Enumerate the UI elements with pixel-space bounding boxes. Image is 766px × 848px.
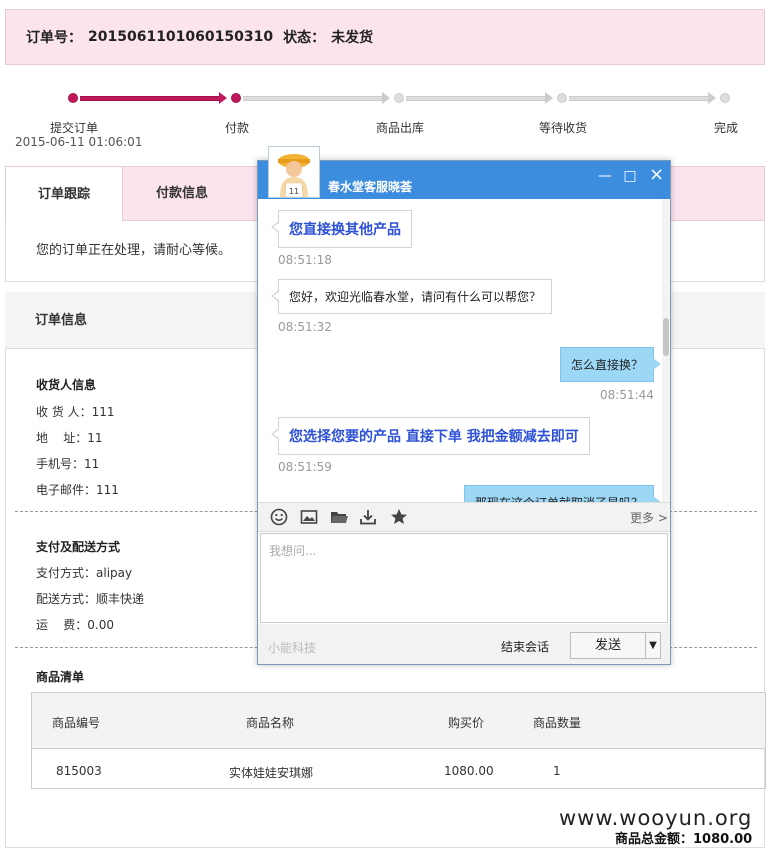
col-header-name: 商品名称: [246, 716, 295, 730]
receiver-phone: 手机号：11: [36, 457, 100, 471]
message-time: 08:51:59: [278, 460, 332, 474]
pay-method: 支付方式：alipay: [36, 566, 133, 580]
message-agent: 您好，欢迎光临春水堂，请问有什么可以帮您？: [270, 279, 553, 314]
cell-name[interactable]: 实体娃娃安琪娜: [229, 764, 313, 781]
message-time: 08:51:32: [278, 320, 332, 334]
agent-avatar: 11: [268, 146, 320, 198]
step-dot-pay: [231, 93, 241, 103]
progress-bar-4: [569, 96, 709, 101]
progress-arrow-2: [382, 92, 390, 104]
message-time: 08:51:18: [278, 253, 332, 267]
step-label-submit: 提交订单: [49, 121, 98, 135]
step-label-pay: 付款: [224, 121, 249, 135]
step-dot-submit: [68, 93, 78, 103]
tab-payment-info[interactable]: 付款信息: [123, 166, 241, 221]
step-time-submit: 2015-06-11 01:06:01: [15, 135, 143, 149]
order-status-label: 状态：: [283, 30, 326, 46]
progress-arrow-4: [708, 92, 716, 104]
tab-order-tracking[interactable]: 订单跟踪: [5, 166, 123, 221]
ship-method: 配送方式：顺丰快递: [36, 592, 145, 606]
receiver-name: 收 货 人：111: [36, 405, 115, 419]
star-icon[interactable]: [389, 507, 409, 527]
products-section-title: 商品清单: [36, 670, 85, 684]
order-number: 2015061101060150310: [88, 29, 274, 45]
chat-title: 春水堂客服晓荟: [328, 180, 413, 194]
order-status: 未发货: [331, 30, 374, 46]
folder-icon[interactable]: [329, 507, 349, 527]
watermark: www.wooyun.org: [559, 806, 753, 830]
message-agent: 您直接换其他产品: [271, 210, 412, 248]
progress-bar-3: [406, 96, 546, 101]
step-label-receive: 等待收货: [538, 121, 587, 135]
receiver-section-title: 收货人信息: [36, 378, 97, 392]
message-user: 怎么直接换？: [560, 347, 660, 382]
basketball-player-icon: 11: [278, 154, 310, 198]
smile-icon[interactable]: [269, 507, 289, 527]
chat-input[interactable]: [260, 533, 668, 623]
step-label-done: 完成: [713, 121, 738, 135]
progress-bar-2: [243, 96, 383, 101]
message-time: 08:51:44: [600, 388, 654, 402]
cell-qty: 1: [553, 764, 561, 778]
maximize-icon[interactable]: □: [623, 169, 637, 183]
col-header-sku: 商品编号: [52, 716, 101, 730]
step-dot-ship: [394, 93, 404, 103]
step-label-ship: 商品出库: [375, 121, 424, 135]
minimize-icon[interactable]: —: [598, 169, 612, 183]
close-icon[interactable]: ×: [649, 166, 664, 184]
send-options-dropdown[interactable]: ▼: [645, 632, 661, 659]
caret-down-icon: ▼: [649, 640, 657, 651]
chat-scrollbar-thumb[interactable]: [663, 318, 669, 356]
receiver-email: 电子邮件：111: [36, 483, 119, 497]
cell-sku: 815003: [56, 764, 102, 778]
message-agent: 您选择您要的产品 直接下单 我把金额减去即可: [271, 417, 590, 455]
col-header-qty: 商品数量: [533, 716, 582, 730]
svg-text:11: 11: [289, 187, 299, 196]
col-header-price: 购买价: [448, 716, 485, 730]
payment-section-title: 支付及配送方式: [36, 540, 121, 554]
freight: 运 费：0.00: [36, 618, 114, 632]
product-table-header: [32, 693, 765, 749]
chat-toolbar: [258, 502, 670, 532]
order-header: 订单号： 2015061101060150310 状态： 未发货: [5, 9, 765, 65]
step-dot-done: [720, 93, 730, 103]
order-total: 商品总金额：1080.00: [615, 832, 753, 847]
more-button[interactable]: 更多 >: [630, 509, 668, 526]
order-number-label: 订单号：: [26, 30, 82, 46]
message-user: 那现在这个订单就取消了是吗？: [464, 485, 660, 502]
progress-arrow-3: [545, 92, 553, 104]
chat-messages: 您直接换其他产品 08:51:18 您好，欢迎光临春水堂，请问有什么可以帮您？ …: [258, 199, 660, 502]
download-icon[interactable]: [358, 507, 378, 527]
image-icon[interactable]: [299, 507, 319, 527]
end-session-button[interactable]: 结束会话: [501, 638, 549, 655]
step-dot-receive: [557, 93, 567, 103]
send-button[interactable]: 发送: [570, 632, 646, 659]
receiver-address: 地 址：11: [36, 431, 103, 445]
cell-price: 1080.00: [444, 764, 494, 778]
progress-bar-1: [80, 96, 220, 101]
brand-label: 小能科技: [268, 641, 317, 655]
progress-arrow-1: [219, 92, 227, 104]
